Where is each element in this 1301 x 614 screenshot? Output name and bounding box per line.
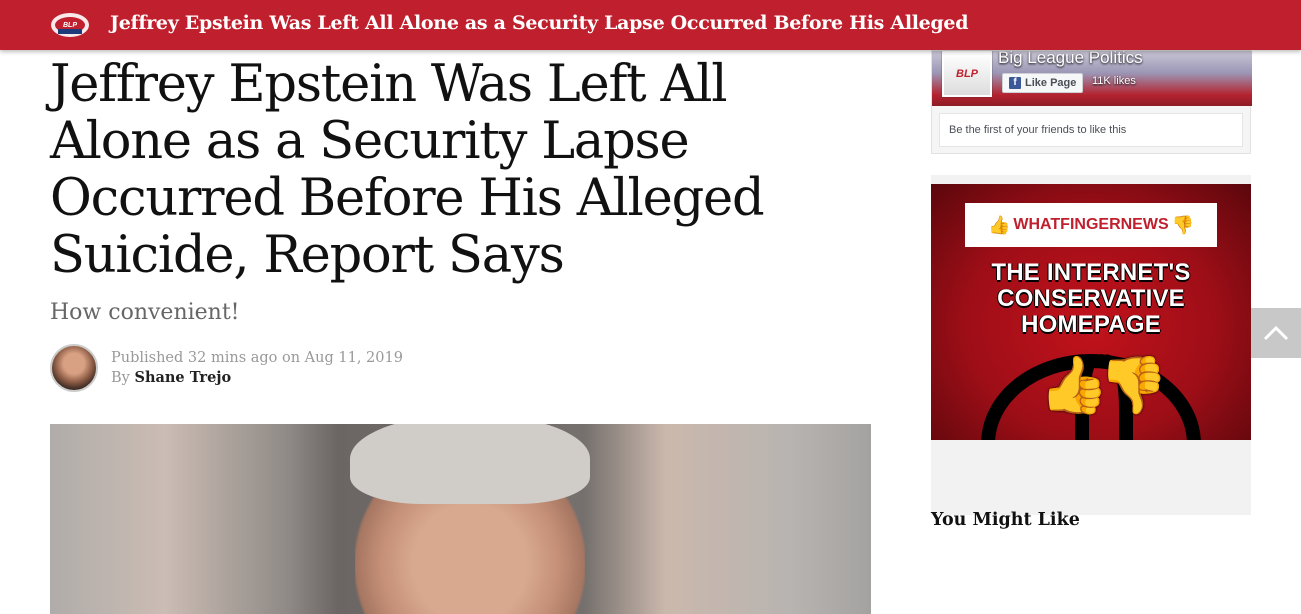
site-logo-icon[interactable]: BLP (50, 11, 90, 39)
sidebar-ad-container: 👍 WHATFINGER NEWS 👎 THE INTERNET'S CONSE… (931, 175, 1251, 515)
whatfinger-ad[interactable]: 👍 WHATFINGER NEWS 👎 THE INTERNET'S CONSE… (931, 184, 1251, 440)
published-line: Published 32 mins ago on Aug 11, 2019 (111, 348, 403, 368)
sticky-header-title[interactable]: Jeffrey Epstein Was Left All Alone as a … (110, 12, 969, 34)
facebook-like-button[interactable]: f Like Page (1002, 73, 1084, 93)
sticky-header: BLP Jeffrey Epstein Was Left All Alone a… (0, 0, 1301, 50)
chevron-up-icon (1263, 325, 1289, 341)
facebook-friends-text: Be the first of your friends to like thi… (939, 113, 1243, 147)
published-label: Published (111, 350, 184, 366)
facebook-page-thumbnail[interactable]: BLP (942, 51, 992, 97)
thumbs-up-down-icon: 👍👎 (1039, 353, 1168, 418)
thumbs-down-icon: 👎 (1171, 214, 1195, 235)
article-hero-image (50, 424, 871, 614)
svg-text:BLP: BLP (63, 22, 77, 29)
facebook-cover[interactable]: BLP Big League Politics f Like Page 11K … (932, 51, 1252, 106)
thumbs-up-icon: 👍 (987, 214, 1011, 235)
article-subtitle: How convenient! (50, 300, 240, 325)
like-button-label: Like Page (1025, 77, 1077, 89)
blp-logo-icon: BLP (944, 53, 990, 95)
published-time: 32 mins ago on Aug 11, 2019 (187, 350, 403, 366)
by-label: By (111, 370, 130, 386)
byline: Published 32 mins ago on Aug 11, 2019 By… (50, 344, 403, 392)
ad-headline-line: CONSERVATIVE (997, 285, 1185, 312)
scroll-to-top-button[interactable] (1251, 308, 1301, 358)
hero-hair (350, 424, 590, 504)
author-line: By Shane Trejo (111, 368, 403, 388)
facebook-like-count: 11K likes (1092, 75, 1136, 87)
ad-brand-right: NEWS (1120, 216, 1169, 233)
ad-headline-line: HOMEPAGE (1021, 311, 1161, 338)
author-avatar[interactable] (50, 344, 98, 392)
facebook-icon: f (1009, 77, 1021, 89)
ad-brand-left: WHATFINGER (1013, 216, 1121, 233)
author-link[interactable]: Shane Trejo (134, 369, 231, 386)
article-headline: Jeffrey Epstein Was Left All Alone as a … (50, 55, 765, 285)
whatfinger-logo: 👍 WHATFINGER NEWS 👎 (965, 203, 1217, 247)
ad-headline-line: THE INTERNET'S (991, 259, 1191, 286)
article-meta: Published 32 mins ago on Aug 11, 2019 By… (111, 348, 403, 388)
ad-headline: THE INTERNET'S CONSERVATIVE HOMEPAGE (931, 260, 1251, 338)
facebook-page-name[interactable]: Big League Politics (998, 51, 1143, 68)
you-might-like-heading: You Might Like (931, 510, 1080, 530)
facebook-page-widget: BLP Big League Politics f Like Page 11K … (931, 50, 1252, 154)
